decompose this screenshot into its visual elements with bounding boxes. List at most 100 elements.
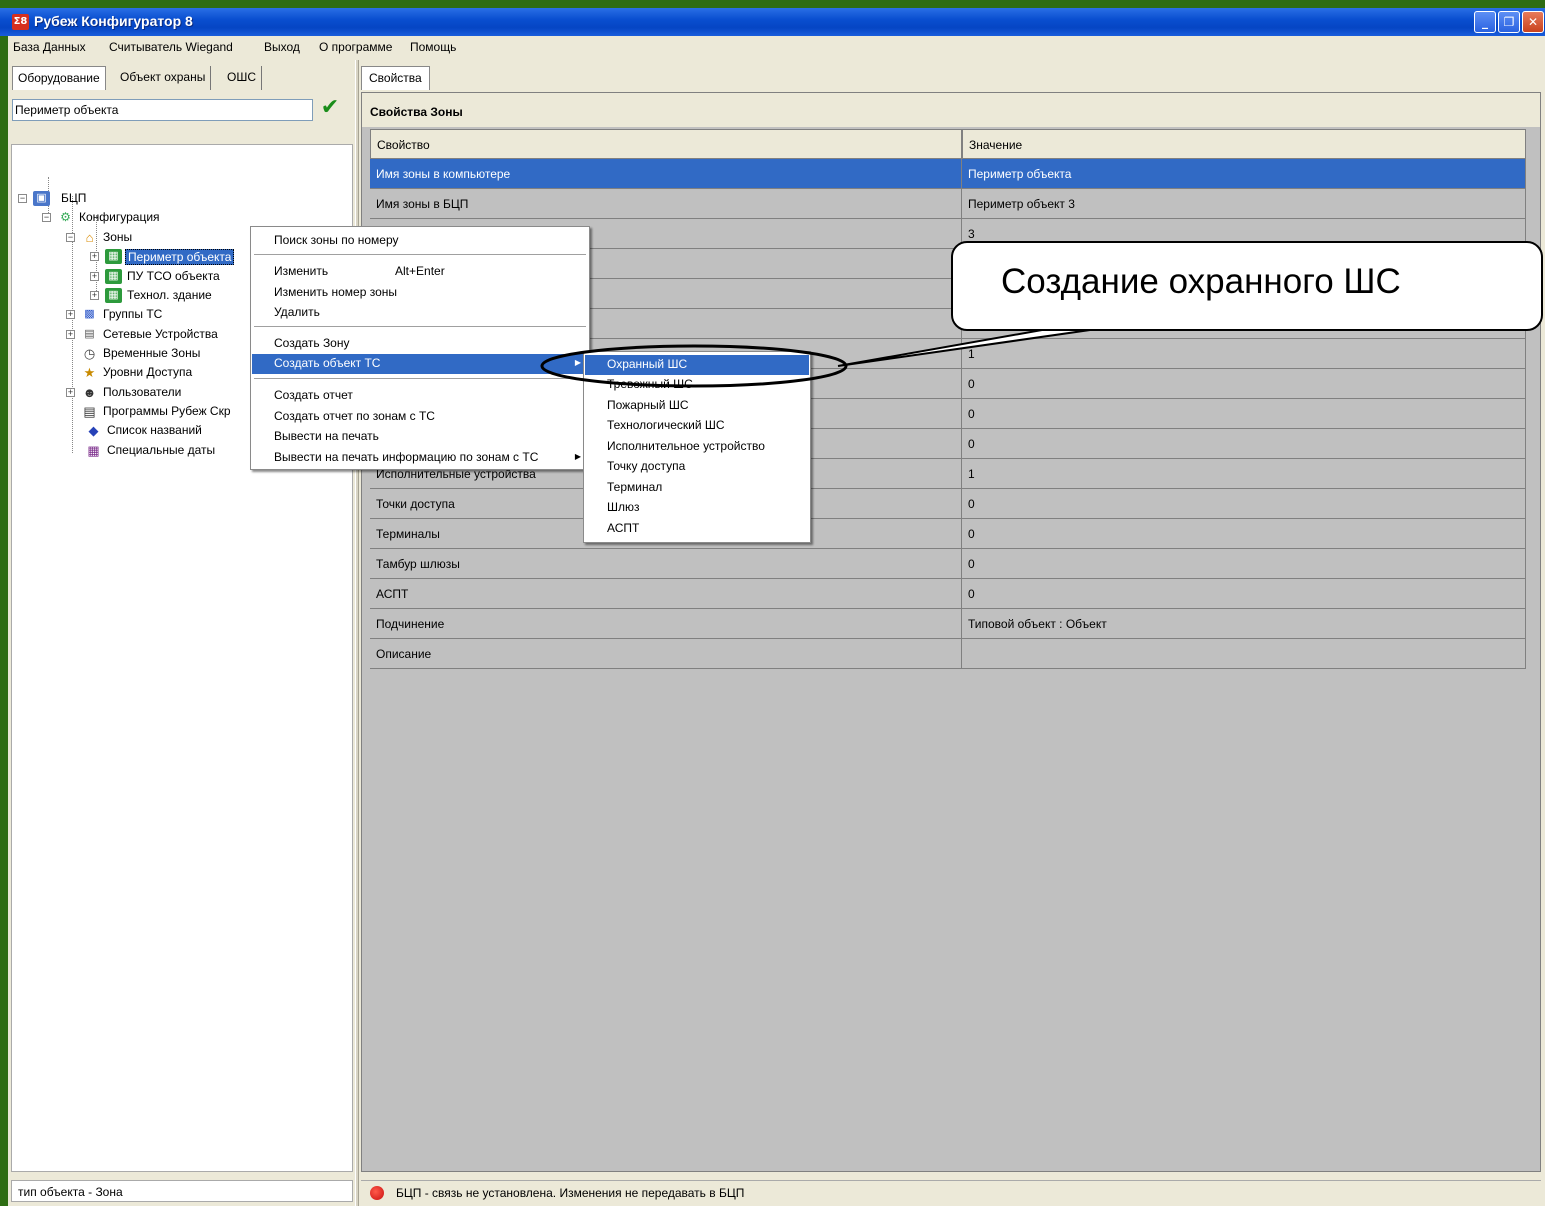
tab-properties[interactable]: Свойства (361, 66, 430, 90)
table-row[interactable]: Тамбур шлюзы 0 (370, 549, 1526, 579)
expand-icon[interactable]: + (66, 310, 75, 319)
property-name: Имя зоны в БЦП (370, 189, 962, 219)
title-bar[interactable]: Σ8 Рубеж Конфигуратор 8 _ ❐ ✕ (0, 8, 1545, 36)
property-value (962, 639, 1526, 669)
menu-exit[interactable]: Выход (264, 40, 300, 54)
clock-icon: ◷ (83, 346, 96, 361)
callout-text: Создание охранного ШС (1001, 262, 1401, 301)
tree-node-zones[interactable]: − ⌂ Зоны (66, 229, 266, 247)
menu-item-delete[interactable]: Удалить (252, 303, 588, 323)
menu-item-find-zone[interactable]: Поиск зоны по номеру (252, 231, 588, 251)
property-value: 0 (962, 579, 1526, 609)
submenu-item-tech-loop[interactable]: Технологический ШС (585, 416, 809, 436)
client-area: База Данных Считыватель Wiegand Выход О … (8, 36, 1545, 1206)
table-row[interactable]: Имя зоны в БЦП Периметр объект 3 (370, 189, 1526, 219)
submenu-item-security-loop[interactable]: Охранный ШС (585, 355, 809, 375)
submenu-item-fire-loop[interactable]: Пожарный ШС (585, 396, 809, 416)
expand-icon[interactable]: + (90, 252, 99, 261)
zone-name-input[interactable] (12, 99, 313, 121)
menu-help[interactable]: Помощь (410, 40, 456, 54)
menu-item-create-zone[interactable]: Создать Зону (252, 334, 588, 354)
menu-item-print[interactable]: Вывести на печать (252, 427, 588, 447)
table-row[interactable]: АСПТ 0 (370, 579, 1526, 609)
menu-separator (254, 378, 586, 379)
table-row[interactable]: Имя зоны в компьютере Периметр объекта (370, 159, 1526, 189)
restore-icon: ❐ (1503, 15, 1515, 29)
table-row[interactable]: Точки доступа 0 (370, 489, 1526, 519)
tab-oshs[interactable]: ОШС (222, 66, 262, 90)
submenu-item-aspt[interactable]: АСПТ (585, 519, 809, 539)
minimize-button[interactable]: _ (1474, 11, 1496, 33)
menu-wiegand-reader[interactable]: Считыватель Wiegand (109, 40, 233, 54)
tab-equipment[interactable]: Оборудование (12, 66, 106, 90)
tree-node-special-dates[interactable]: ▦ Специальные даты (70, 442, 270, 460)
menu-item-create-tc-object[interactable]: Создать объект ТС ▶ (252, 354, 588, 374)
property-value: Периметр объекта (962, 159, 1526, 189)
table-header: Свойство Значение (370, 129, 1526, 159)
tree-node-tc-groups[interactable]: + ▩ Группы ТС (66, 306, 266, 324)
menu-item-print-zones-info[interactable]: Вывести на печать информацию по зонам с … (252, 448, 588, 468)
submenu-item-gateway[interactable]: Шлюз (585, 498, 809, 518)
menu-database[interactable]: База Данных (13, 40, 86, 54)
collapse-icon[interactable]: − (42, 213, 51, 222)
tab-protected-object[interactable]: Объект охраны (115, 66, 212, 90)
tree-node-bcp[interactable]: − ▣ БЦП (18, 190, 218, 208)
tree-node-users[interactable]: + ☻ Пользователи (66, 384, 266, 402)
property-value: 0 (962, 429, 1526, 459)
shortcut-label: Alt+Enter (395, 264, 445, 278)
collapse-icon[interactable]: − (18, 194, 27, 203)
access-icon: ★ (83, 365, 96, 380)
table-row[interactable]: Подчинение Типовой объект : Объект (370, 609, 1526, 639)
submenu-item-actuator[interactable]: Исполнительное устройство (585, 437, 809, 457)
expand-icon[interactable]: + (66, 388, 75, 397)
property-value: Типовой объект : Объект (962, 609, 1526, 639)
table-row[interactable]: Описание (370, 639, 1526, 669)
column-header-property[interactable]: Свойство (370, 129, 962, 159)
tree-node-names-list[interactable]: ◆ Список названий (70, 422, 270, 440)
submenu-item-access-point[interactable]: Точку доступа (585, 457, 809, 477)
tree-node-time-zones[interactable]: ◷ Временные Зоны (66, 345, 266, 363)
menu-item-change-zone-number[interactable]: Изменить номер зоны (252, 283, 588, 303)
property-value: 0 (962, 399, 1526, 429)
tree-node-configuration[interactable]: − ⚙ Конфигурация (42, 209, 242, 227)
context-menu: Поиск зоны по номеру Изменить Alt+Enter … (250, 226, 590, 470)
tree-node-scripts[interactable]: ▤ Программы Рубеж Скр (66, 403, 252, 421)
property-value: Периметр объект 3 (962, 189, 1526, 219)
restore-button[interactable]: ❐ (1498, 11, 1520, 33)
computer-icon: ▣ (33, 191, 50, 206)
menu-item-create-report-zones[interactable]: Создать отчет по зонам с ТС (252, 407, 588, 427)
expand-icon[interactable]: + (90, 272, 99, 281)
column-header-value[interactable]: Значение (962, 129, 1526, 159)
expand-icon[interactable]: + (90, 291, 99, 300)
house-icon: ⌂ (85, 230, 94, 245)
property-value: 0 (962, 489, 1526, 519)
collapse-icon[interactable]: − (66, 233, 75, 242)
property-name: Тамбур шлюзы (370, 549, 962, 579)
submenu-create-tc-object: Охранный ШС Тревожный ШС Пожарный ШС Тех… (583, 351, 811, 543)
zone-icon: ▦ (105, 269, 122, 284)
submenu-item-terminal[interactable]: Терминал (585, 478, 809, 498)
left-status-bar: тип объекта - Зона (11, 1180, 353, 1202)
expand-icon[interactable]: + (66, 330, 75, 339)
menu-bar: База Данных Считыватель Wiegand Выход О … (8, 36, 1545, 58)
script-icon: ▤ (83, 404, 96, 419)
calendar-icon: ▦ (87, 443, 100, 458)
menu-item-edit[interactable]: Изменить Alt+Enter (252, 262, 588, 282)
network-icon: ⚙ (60, 210, 71, 224)
minimize-icon: _ (1482, 15, 1488, 29)
app-window: Σ8 Рубеж Конфигуратор 8 _ ❐ ✕ База Данны… (0, 0, 1545, 1206)
property-value: 1 (962, 339, 1526, 369)
table-row[interactable]: Терминалы 0 (370, 519, 1526, 549)
submenu-arrow-icon: ▶ (574, 452, 581, 461)
apply-check-icon[interactable]: ✔ (318, 96, 342, 120)
menu-about[interactable]: О программе (319, 40, 392, 54)
close-button[interactable]: ✕ (1522, 11, 1544, 33)
tree-node-access-levels[interactable]: ★ Уровни Доступа (66, 364, 266, 382)
submenu-item-alarm-loop[interactable]: Тревожный ШС (585, 375, 809, 395)
list-icon: ◆ (88, 423, 99, 438)
property-name: Подчинение (370, 609, 962, 639)
device-icon: ▤ (84, 328, 95, 340)
zone-icon: ▦ (105, 249, 122, 264)
menu-item-create-report[interactable]: Создать отчет (252, 386, 588, 406)
zone-icon: ▦ (105, 288, 122, 303)
